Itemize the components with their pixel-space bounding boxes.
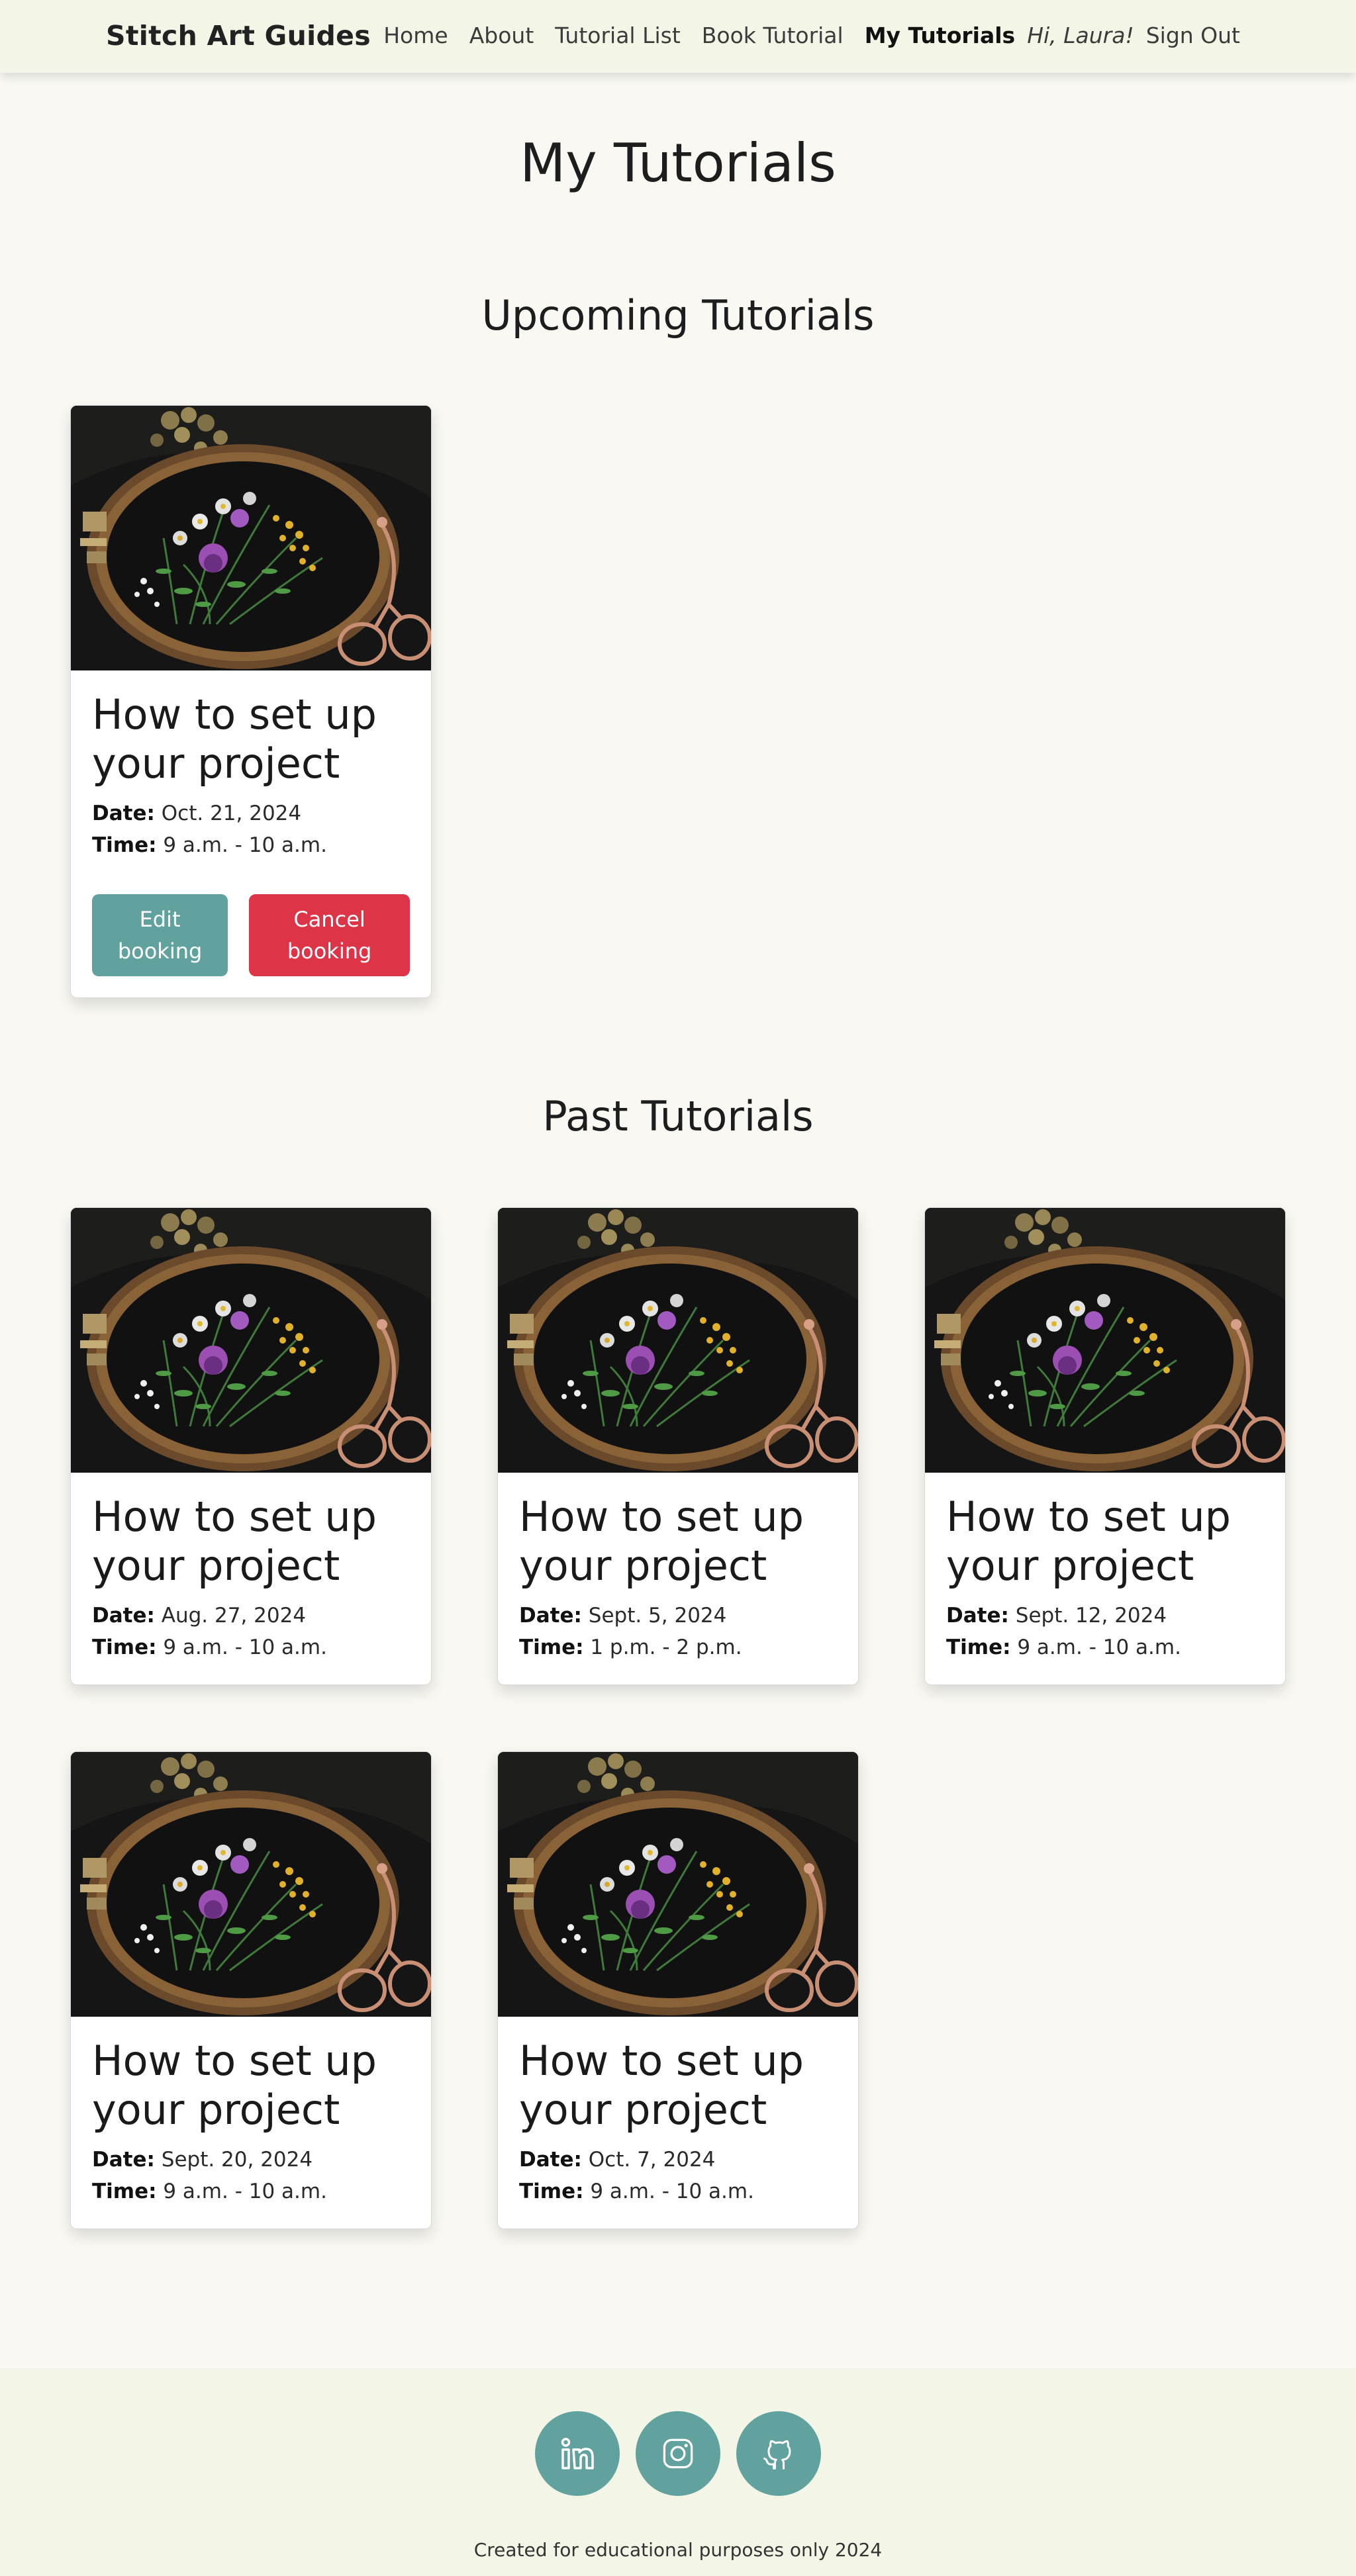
- card-time: Time: 1 p.m. - 2 p.m.: [519, 1632, 837, 1663]
- edit-booking-button[interactable]: Edit booking: [92, 894, 228, 976]
- user-greeting: Hi, Laura!: [1027, 23, 1134, 48]
- tutorial-image: [71, 1208, 431, 1473]
- linkedin-icon: [561, 2438, 594, 2469]
- card-date: Date: Sept. 20, 2024: [92, 2144, 410, 2176]
- nav-sign-out[interactable]: Sign Out: [1146, 23, 1240, 48]
- time-value: 9 a.m. - 10 a.m.: [1017, 1635, 1181, 1659]
- past-card: How to set up your project Date: Sept. 2…: [70, 1751, 432, 2229]
- date-value: Sept. 5, 2024: [588, 1604, 727, 1628]
- social-links: [0, 2411, 1356, 2496]
- tutorial-image: [71, 406, 431, 670]
- navbar: Stitch Art Guides Home About Tutorial Li…: [0, 0, 1356, 73]
- card-title: How to set up your project: [92, 2037, 377, 2134]
- github-link[interactable]: [736, 2411, 821, 2496]
- card-date: Date: Oct. 21, 2024: [92, 798, 410, 829]
- past-card: How to set up your project Date: Oct. 7,…: [497, 1751, 859, 2229]
- time-label: Time:: [92, 2180, 157, 2203]
- card-date: Date: Oct. 7, 2024: [519, 2144, 837, 2176]
- footer-text: Created for educational purposes only 20…: [473, 2539, 883, 2561]
- time-label: Time:: [519, 1635, 584, 1659]
- date-label: Date:: [519, 1604, 582, 1628]
- card-title: How to set up your project: [92, 690, 377, 788]
- date-value: Sept. 20, 2024: [161, 2148, 313, 2172]
- date-label: Date:: [92, 1604, 155, 1628]
- card-time: Time: 9 a.m. - 10 a.m.: [92, 2176, 410, 2207]
- nav-links: Home About Tutorial List Book Tutorial M…: [362, 23, 1240, 48]
- date-value: Sept. 12, 2024: [1015, 1604, 1167, 1628]
- card-time: Time: 9 a.m. - 10 a.m.: [92, 1632, 410, 1663]
- date-label: Date:: [946, 1604, 1009, 1628]
- nav-tutorial-list[interactable]: Tutorial List: [555, 23, 681, 48]
- date-value: Oct. 7, 2024: [588, 2148, 716, 2172]
- tutorial-image: [498, 1752, 858, 2017]
- time-label: Time:: [946, 1635, 1011, 1659]
- tutorial-image: [498, 1208, 858, 1473]
- date-label: Date:: [92, 802, 155, 825]
- instagram-link[interactable]: [636, 2411, 720, 2496]
- tutorial-image: [71, 1752, 431, 2017]
- card-title: How to set up your project: [92, 1493, 377, 1590]
- card-date: Date: Sept. 5, 2024: [519, 1600, 837, 1632]
- card-title: How to set up your project: [946, 1493, 1232, 1590]
- time-label: Time:: [519, 2180, 584, 2203]
- tutorial-image: [925, 1208, 1285, 1473]
- card-title: How to set up your project: [519, 2037, 804, 2134]
- date-value: Oct. 21, 2024: [161, 802, 302, 825]
- time-value: 1 p.m. - 2 p.m.: [590, 1635, 742, 1659]
- nav-home[interactable]: Home: [383, 23, 448, 48]
- page-title: My Tutorials: [520, 132, 836, 194]
- time-value: 9 a.m. - 10 a.m.: [163, 833, 327, 857]
- date-label: Date:: [519, 2148, 582, 2172]
- past-heading: Past Tutorials: [542, 1092, 814, 1140]
- upcoming-card: How to set up your project Date: Oct. 21…: [70, 405, 432, 998]
- date-value: Aug. 27, 2024: [161, 1604, 307, 1628]
- past-card: How to set up your project Date: Aug. 27…: [70, 1207, 432, 1685]
- time-label: Time:: [92, 833, 157, 857]
- nav-book-tutorial[interactable]: Book Tutorial: [702, 23, 844, 48]
- date-label: Date:: [92, 2148, 155, 2172]
- footer: Created for educational purposes only 20…: [0, 2368, 1356, 2576]
- time-value: 9 a.m. - 10 a.m.: [163, 2180, 327, 2203]
- past-card: How to set up your project Date: Sept. 5…: [497, 1207, 859, 1685]
- linkedin-link[interactable]: [535, 2411, 620, 2496]
- card-date: Date: Aug. 27, 2024: [92, 1600, 410, 1632]
- cancel-booking-button[interactable]: Cancel booking: [249, 894, 410, 976]
- card-date: Date: Sept. 12, 2024: [946, 1600, 1264, 1632]
- time-value: 9 a.m. - 10 a.m.: [590, 2180, 754, 2203]
- nav-my-tutorials[interactable]: My Tutorials: [865, 23, 1015, 48]
- card-time: Time: 9 a.m. - 10 a.m.: [92, 829, 410, 861]
- card-title: How to set up your project: [519, 1493, 804, 1590]
- upcoming-heading: Upcoming Tutorials: [481, 291, 875, 340]
- instagram-icon: [663, 2438, 693, 2469]
- card-time: Time: 9 a.m. - 10 a.m.: [519, 2176, 837, 2207]
- brand-logo[interactable]: Stitch Art Guides: [106, 20, 371, 52]
- card-actions: Edit booking Cancel booking: [92, 894, 410, 976]
- card-time: Time: 9 a.m. - 10 a.m.: [946, 1632, 1264, 1663]
- github-icon: [763, 2440, 791, 2469]
- time-label: Time:: [92, 1635, 157, 1659]
- time-value: 9 a.m. - 10 a.m.: [163, 1635, 327, 1659]
- past-card: How to set up your project Date: Sept. 1…: [924, 1207, 1286, 1685]
- nav-about[interactable]: About: [469, 23, 534, 48]
